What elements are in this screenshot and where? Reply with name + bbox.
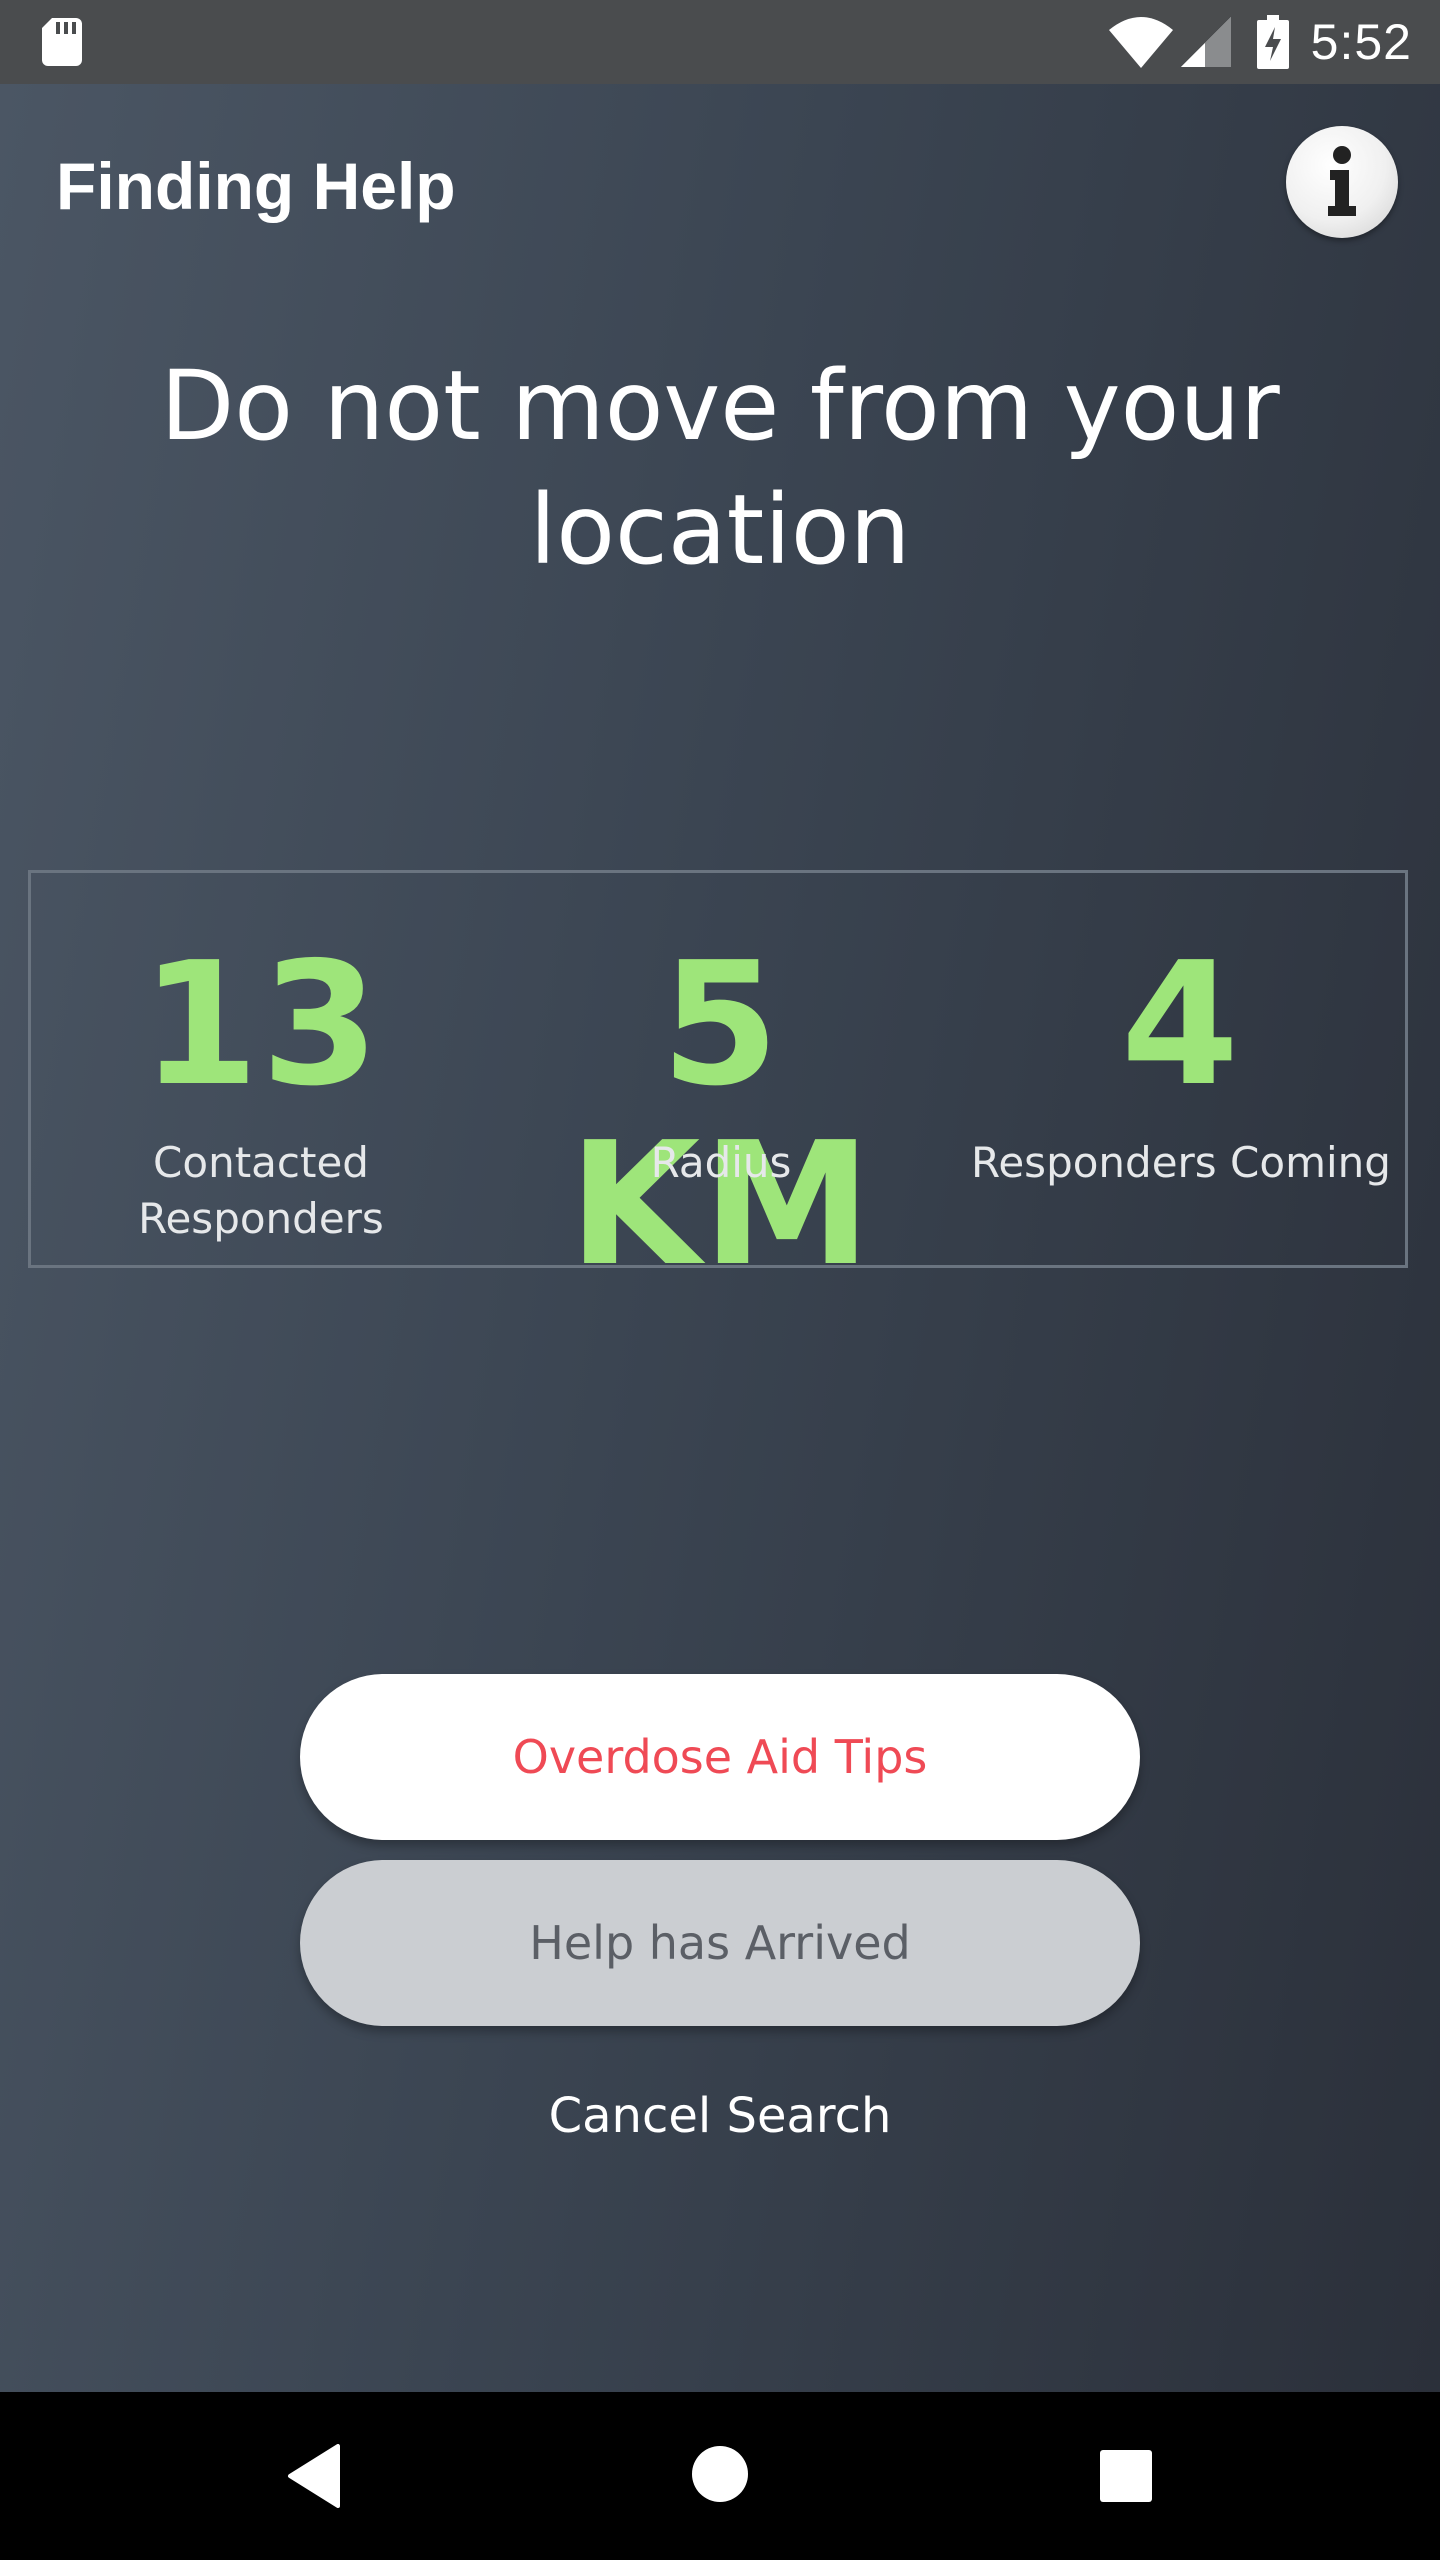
sd-card-icon xyxy=(42,18,82,66)
wifi-icon xyxy=(1108,17,1173,68)
help-has-arrived-button[interactable]: Help has Arrived xyxy=(300,1860,1140,2026)
cancel-search-link[interactable]: Cancel Search xyxy=(420,2084,1020,2148)
overdose-aid-tips-button[interactable]: Overdose Aid Tips xyxy=(300,1674,1140,1840)
stat-value: 5 KM xyxy=(568,926,874,1304)
navigation-bar xyxy=(0,2392,1440,2560)
home-icon[interactable] xyxy=(690,2444,750,2504)
instruction-headline: Do not move from your location xyxy=(160,350,1280,586)
info-button[interactable] xyxy=(1286,126,1398,238)
info-icon xyxy=(1328,146,1356,216)
status-bar: 5:52 xyxy=(0,0,1440,84)
battery-charging-icon xyxy=(1256,15,1289,69)
stats-panel: 13 Contacted Responders 5 KM Radius 4 Re… xyxy=(28,870,1408,1295)
status-icons: 5:52 xyxy=(1108,0,1412,84)
back-icon[interactable] xyxy=(286,2444,342,2508)
stat-value: 4 xyxy=(1120,926,1242,1124)
stat-label: Radius xyxy=(650,1138,792,1187)
recents-icon[interactable] xyxy=(1098,2448,1154,2504)
signal-icon xyxy=(1180,17,1231,67)
main-screen: Finding Help Do not move from your locat… xyxy=(0,84,1440,2392)
stat-value: 13 xyxy=(140,926,382,1124)
stat-label: Responders Coming xyxy=(971,1138,1391,1187)
stat-label: Contacted Responders xyxy=(138,1138,384,1243)
page-title: Finding Help xyxy=(56,149,456,223)
status-clock: 5:52 xyxy=(1310,14,1412,70)
